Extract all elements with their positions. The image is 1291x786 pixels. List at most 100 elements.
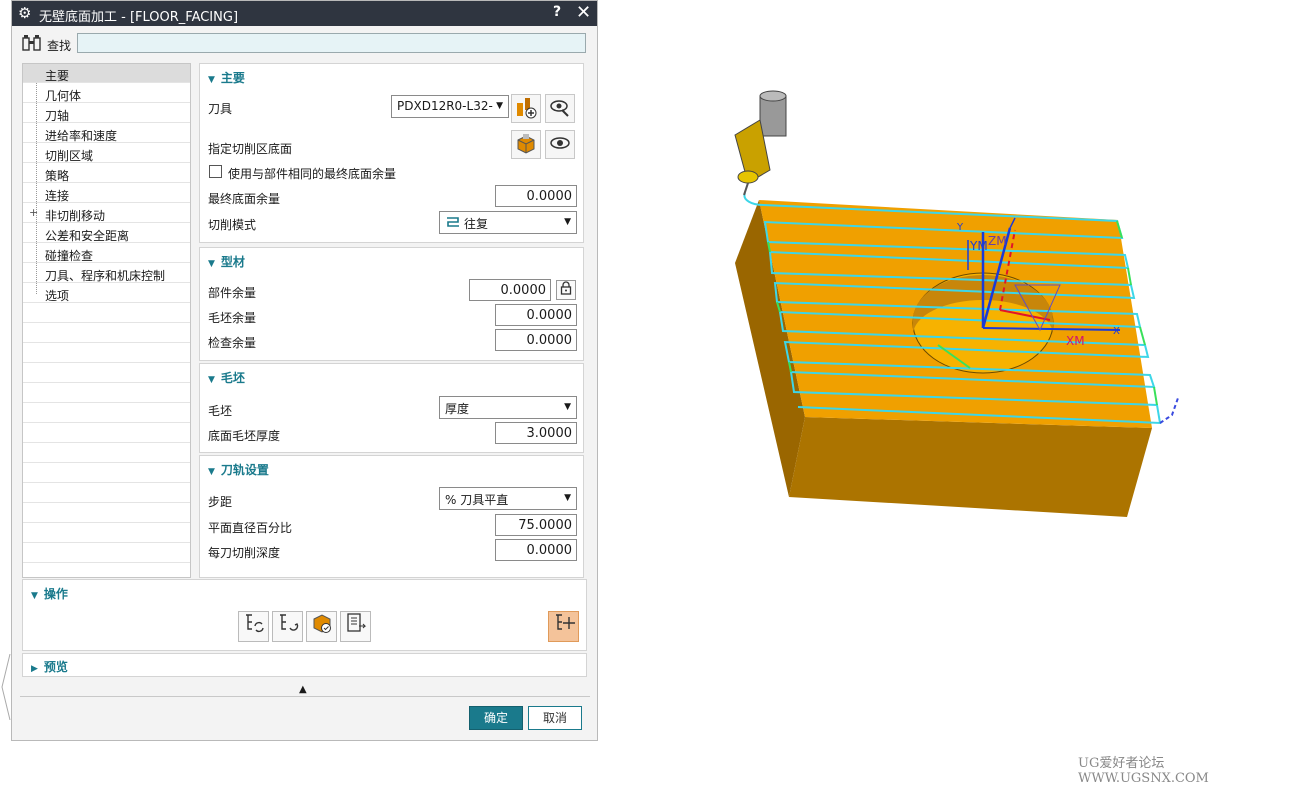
nav-empty-row <box>23 524 190 543</box>
select-floor-button[interactable] <box>511 130 541 159</box>
edit-tool-button[interactable] <box>545 94 575 123</box>
nav-empty-row <box>23 364 190 383</box>
chevron-down-icon: ▼ <box>564 493 571 503</box>
chevron-down-icon: ▼ <box>496 101 503 111</box>
nav-item-feeds-speeds[interactable]: 进给率和速度 <box>23 124 190 143</box>
check-stock-label: 检查余量 <box>208 336 257 350</box>
binoculars-icon <box>21 34 43 58</box>
nav-item-tolerances[interactable]: 公差和安全距离 <box>23 224 190 243</box>
nav-item-label: 公差和安全距离 <box>45 229 130 243</box>
final-floor-input[interactable]: 0.0000 <box>495 185 577 207</box>
stepover-select[interactable]: % 刀具平直 ▼ <box>439 487 577 510</box>
nav-item-label: 进给率和速度 <box>45 129 118 143</box>
section-blank-header[interactable]: ▼ 毛坯 <box>208 369 245 386</box>
graphics-viewport[interactable]: YM ZM XM X Y <box>620 0 1291 745</box>
nav-empty-row <box>23 444 190 463</box>
collapse-icon: ▼ <box>208 75 215 85</box>
nav-empty-row <box>23 404 190 423</box>
nav-item-strategy[interactable]: 策略 <box>23 164 190 183</box>
nav-item-machine-control[interactable]: 刀具、程序和机床控制 <box>23 264 190 283</box>
nav-empty-row <box>23 324 190 343</box>
cut-depth-input[interactable]: 0.0000 <box>495 539 577 561</box>
display-toolpath-button[interactable] <box>548 611 579 642</box>
diameter-percent-input[interactable]: 75.0000 <box>495 514 577 536</box>
expand-icon[interactable]: + <box>29 206 38 219</box>
collapse-up-icon[interactable]: ▲ <box>299 684 307 695</box>
blank-type-label: 毛坯 <box>208 404 233 418</box>
tool-select-value: PDXD12R0-L32- <box>397 99 493 113</box>
same-stock-checkbox[interactable] <box>209 165 222 178</box>
new-tool-button[interactable] <box>511 94 541 123</box>
check-stock-input[interactable]: 0.0000 <box>495 329 577 351</box>
cut-depth-label: 每刀切削深度 <box>208 546 281 560</box>
nav-empty-row <box>23 484 190 503</box>
title-bar: ⚙ 无壁底面加工 - [FLOOR_FACING] ? ✕ <box>12 1 597 26</box>
nav-item-non-cutting[interactable]: + 非切削移动 <box>23 204 190 223</box>
nav-empty-row <box>23 504 190 523</box>
nav-item-label: 刀具、程序和机床控制 <box>45 269 166 283</box>
nav-item-label: 选项 <box>45 289 70 303</box>
cut-pattern-label: 切削模式 <box>208 218 257 232</box>
nav-item-label: 碰撞检查 <box>45 249 94 263</box>
nav-item-tool-axis[interactable]: 刀轴 <box>23 104 190 123</box>
watermark-text: UG爱好者论坛 WWW.UGSNX.COM <box>1078 756 1209 786</box>
replay-button[interactable] <box>272 611 303 642</box>
cancel-button[interactable]: 取消 <box>528 706 582 730</box>
nav-item-connections[interactable]: 连接 <box>23 184 190 203</box>
blank-type-select[interactable]: 厚度 ▼ <box>439 396 577 419</box>
nav-empty-row <box>23 424 190 443</box>
lock-icon[interactable] <box>556 280 576 300</box>
verify-button[interactable] <box>306 611 337 642</box>
generate-button[interactable] <box>238 611 269 642</box>
section-title: 型材 <box>220 255 245 269</box>
xm-axis-label: XM <box>1066 334 1085 348</box>
find-input[interactable] <box>77 33 586 53</box>
floor-label: 指定切削区底面 <box>208 142 293 156</box>
nav-item-geometry[interactable]: 几何体 <box>23 84 190 103</box>
display-floor-button[interactable] <box>545 130 575 159</box>
blank-stock-input[interactable]: 0.0000 <box>495 304 577 326</box>
nav-item-label: 刀轴 <box>45 109 70 123</box>
collapse-icon: ▼ <box>208 259 215 269</box>
stepover-value: % 刀具平直 <box>445 493 509 507</box>
navigation-tree: 主要 几何体 刀轴 进给率和速度 切削区域 策略 连接 + 非切削移动 公差和安全… <box>22 63 191 578</box>
final-floor-label: 最终底面余量 <box>208 192 281 206</box>
same-stock-label: 使用与部件相同的最终底面余量 <box>228 167 397 181</box>
close-button[interactable]: ✕ <box>576 2 591 23</box>
operation-dialog: ⚙ 无壁底面加工 - [FLOOR_FACING] ? ✕ 查找 主要 几何体 … <box>11 0 598 741</box>
section-stock: ▼ 型材 部件余量 0.0000 毛坯余量 0.0000 检查余量 0.0000 <box>199 247 584 361</box>
section-main-header[interactable]: ▼ 主要 <box>208 69 245 86</box>
section-preview-header[interactable]: ▶ 预览 <box>31 658 68 675</box>
nav-item-label: 几何体 <box>45 89 82 103</box>
diameter-percent-label: 平面直径百分比 <box>208 521 293 535</box>
stepover-label: 步距 <box>208 495 233 509</box>
cut-pattern-select[interactable]: 往复 ▼ <box>439 211 577 234</box>
expand-icon: ▶ <box>31 664 38 674</box>
nav-empty-row <box>23 544 190 563</box>
collapse-icon: ▼ <box>31 591 38 601</box>
floor-thickness-input[interactable]: 3.0000 <box>495 422 577 444</box>
section-operations-header[interactable]: ▼ 操作 <box>31 585 68 602</box>
cut-pattern-value: 往复 <box>464 217 489 231</box>
section-path-header[interactable]: ▼ 刀轨设置 <box>208 461 269 478</box>
nav-item-collision[interactable]: 碰撞检查 <box>23 244 190 263</box>
section-preview: ▶ 预览 <box>22 653 587 677</box>
nav-item-cut-region[interactable]: 切削区域 <box>23 144 190 163</box>
gear-icon[interactable]: ⚙ <box>18 4 31 22</box>
side-collapse-handle[interactable] <box>0 653 11 721</box>
nav-item-main[interactable]: 主要 <box>23 64 190 83</box>
tool-cylinder <box>734 90 787 196</box>
divider <box>20 696 590 697</box>
nav-empty-row <box>23 384 190 403</box>
nav-empty-row <box>23 304 190 323</box>
section-blank: ▼ 毛坯 毛坯 厚度 ▼ 底面毛坯厚度 3.0000 <box>199 363 584 453</box>
part-stock-input[interactable]: 0.0000 <box>469 279 551 301</box>
ok-button[interactable]: 确定 <box>469 706 523 730</box>
help-button[interactable]: ? <box>553 4 561 20</box>
list-button[interactable] <box>340 611 371 642</box>
zm-axis-label: ZM <box>988 234 1007 248</box>
nav-item-options[interactable]: 选项 <box>23 284 190 303</box>
section-stock-header[interactable]: ▼ 型材 <box>208 253 245 270</box>
tool-select[interactable]: PDXD12R0-L32- ▼ <box>391 95 509 118</box>
collapse-icon: ▼ <box>208 467 215 477</box>
